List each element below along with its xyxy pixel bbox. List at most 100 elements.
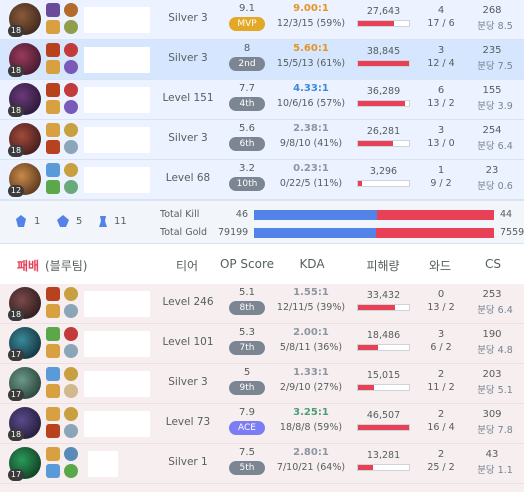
wards-placed: 3: [437, 125, 445, 136]
win-player-row[interactable]: 18 Level 151 7.7 4th 4.33:1 10/6/16 (57%…: [0, 80, 524, 120]
summoner-spell-icon[interactable]: [46, 20, 60, 34]
secondary-rune-icon[interactable]: [64, 344, 78, 358]
total-kill-label: Total Kill: [160, 209, 200, 220]
primary-rune-icon[interactable]: [64, 367, 78, 381]
kda-ratio: 0.23:1: [293, 163, 329, 174]
tier-label: Level 101: [162, 336, 214, 348]
op-score-value: 8: [243, 43, 251, 54]
lose-player-row[interactable]: 18 Level 73 7.9 ACE 3.25:1 18/8/8 (59%) …: [0, 404, 524, 444]
champion-level-badge: 12: [8, 185, 24, 197]
primary-rune-icon[interactable]: [64, 123, 78, 137]
summoner-spell-icon[interactable]: [46, 3, 60, 17]
summoner-name-redacted[interactable]: [84, 7, 150, 33]
damage-bar-fill: [358, 305, 395, 310]
column-kda: KDA: [299, 257, 325, 271]
cs-per-minute: 분당 6.4: [477, 305, 513, 316]
summoner-name-redacted[interactable]: [84, 47, 150, 73]
secondary-rune-icon[interactable]: [64, 384, 78, 398]
summoner-spell-icon[interactable]: [46, 424, 60, 438]
champion-level-badge: 18: [8, 309, 24, 321]
baron-count: 1: [34, 216, 41, 227]
summoner-spell-icon[interactable]: [46, 163, 60, 177]
summoner-spell-icon[interactable]: [46, 287, 60, 301]
win-player-row[interactable]: 18 Silver 3 5.6 6th 2.38:1 9/8/10 (41%) …: [0, 120, 524, 160]
summoner-name-redacted[interactable]: [84, 371, 150, 397]
damage-bar-fill: [358, 465, 373, 470]
kda-detail: 12/3/15 (59%): [276, 18, 346, 29]
damage-value: 36,289: [366, 86, 401, 97]
kda-ratio: 4.33:1: [293, 83, 329, 94]
primary-rune-icon[interactable]: [64, 327, 78, 341]
secondary-rune-icon[interactable]: [64, 140, 78, 154]
summoner-spell-icon[interactable]: [46, 327, 60, 341]
summoner-name-redacted[interactable]: [84, 291, 150, 317]
summoner-name-redacted[interactable]: [84, 87, 150, 113]
damage-value: 13,281: [366, 450, 401, 461]
damage-bar-fill: [358, 141, 393, 146]
champion-level-badge: 18: [8, 105, 24, 117]
lose-team-header: 패배 (블루팀) 티어 OP Score KDA 피해량 와드 CS: [0, 244, 524, 284]
summoner-name-redacted[interactable]: [88, 451, 118, 477]
win-player-row[interactable]: 18 Silver 3 9.1 MVP 9.00:1 12/3/15 (59%)…: [0, 0, 524, 40]
lose-player-row[interactable]: 17 Silver 1 7.5 5th 2.80:1 7/10/21 (64%)…: [0, 444, 524, 484]
kda-ratio: 2.80:1: [293, 447, 329, 458]
primary-rune-icon[interactable]: [64, 163, 78, 177]
summoner-spell-icon[interactable]: [46, 447, 60, 461]
secondary-rune-icon[interactable]: [64, 424, 78, 438]
op-rank-badge: 8th: [229, 301, 265, 315]
total-gold-bar-blue: [254, 228, 377, 238]
lose-player-row[interactable]: 18 Level 246 5.1 8th 1.55:1 12/11/5 (39%…: [0, 284, 524, 324]
op-rank-badge: 9th: [229, 381, 265, 395]
primary-rune-icon[interactable]: [64, 287, 78, 301]
op-rank-badge: 5th: [229, 461, 265, 475]
op-score-value: 7.7: [239, 83, 255, 94]
kda-detail: 7/10/21 (64%): [276, 462, 346, 473]
secondary-rune-icon[interactable]: [64, 60, 78, 74]
primary-rune-icon[interactable]: [64, 83, 78, 97]
primary-rune-icon[interactable]: [64, 407, 78, 421]
wards-placed: 2: [437, 369, 445, 380]
summoner-spell-icon[interactable]: [46, 60, 60, 74]
summoner-spell-icon[interactable]: [46, 464, 60, 478]
secondary-rune-icon[interactable]: [64, 100, 78, 114]
wards-detail: 13 / 0: [427, 138, 455, 149]
summoner-name-redacted[interactable]: [84, 331, 150, 357]
summoner-spell-icon[interactable]: [46, 140, 60, 154]
secondary-rune-icon[interactable]: [64, 20, 78, 34]
secondary-rune-icon[interactable]: [64, 180, 78, 194]
damage-bar: [357, 344, 410, 351]
summoner-spell-icon[interactable]: [46, 83, 60, 97]
primary-rune-icon[interactable]: [64, 447, 78, 461]
summoner-spell-icon[interactable]: [46, 180, 60, 194]
win-player-row[interactable]: 18 Silver 3 8 2nd 5.60:1 15/5/13 (61%) 3…: [0, 40, 524, 80]
total-gold-right: 7559: [500, 227, 524, 238]
summoner-spell-icon[interactable]: [46, 123, 60, 137]
secondary-rune-icon[interactable]: [64, 464, 78, 478]
summoner-name-redacted[interactable]: [84, 167, 150, 193]
team-side-label: (블루팀): [45, 259, 88, 273]
summoner-spell-icon[interactable]: [46, 344, 60, 358]
op-score-value: 5.1: [239, 287, 255, 298]
op-rank-badge: ACE: [229, 421, 265, 435]
damage-bar-fill: [358, 21, 395, 26]
secondary-rune-icon[interactable]: [64, 304, 78, 318]
summoner-spell-icon[interactable]: [46, 407, 60, 421]
primary-rune-icon[interactable]: [64, 43, 78, 57]
win-player-row[interactable]: 12 Level 68 3.2 10th 0.23:1 0/22/5 (11%)…: [0, 160, 524, 200]
primary-rune-icon[interactable]: [64, 3, 78, 17]
summoner-spell-icon[interactable]: [46, 384, 60, 398]
lose-player-row[interactable]: 17 Level 101 5.3 7th 2.00:1 5/8/11 (36%)…: [0, 324, 524, 364]
summoner-spell-icon[interactable]: [46, 100, 60, 114]
damage-value: 26,281: [366, 126, 401, 137]
column-cs: CS: [485, 257, 501, 271]
lose-player-row[interactable]: 17 Silver 3 5 9th 1.33:1 2/9/10 (27%) 15…: [0, 364, 524, 404]
summoner-name-redacted[interactable]: [84, 411, 150, 437]
summoner-name-redacted[interactable]: [84, 127, 150, 153]
damage-value: 27,643: [366, 6, 401, 17]
summoner-spell-icon[interactable]: [46, 43, 60, 57]
cs-per-minute: 분당 7.8: [477, 425, 513, 436]
summoner-spell-icon[interactable]: [46, 304, 60, 318]
damage-bar: [357, 464, 410, 471]
summoner-spell-icon[interactable]: [46, 367, 60, 381]
wards-detail: 13 / 2: [427, 98, 455, 109]
